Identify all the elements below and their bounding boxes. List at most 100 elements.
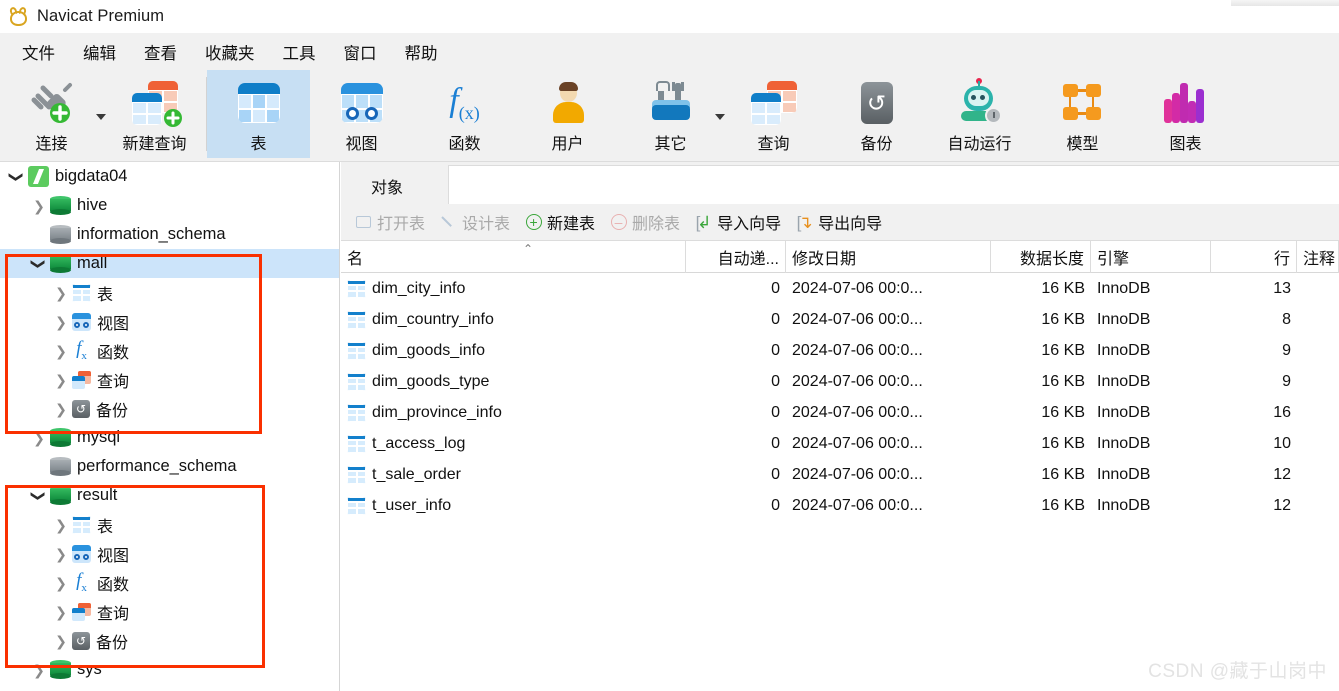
tree-node-information_schema[interactable]: information_schema	[0, 220, 339, 249]
ribbon-button-backup[interactable]: ↺ 备份	[825, 70, 928, 158]
objbar-button-open-table: 打开表	[347, 207, 432, 237]
objbar-button-import-wizard[interactable]: [↲ 导入向导	[687, 207, 788, 237]
cell-comment	[1297, 459, 1339, 490]
table-row[interactable]: t_sale_order 0 2024-07-06 00:0... 16 KB Inno…	[341, 459, 1339, 490]
tree-node-label: 表	[97, 518, 114, 536]
tree-node-folder[interactable]: ❯ 表	[0, 510, 339, 539]
view-icon	[72, 312, 91, 331]
chevron-right-icon[interactable]: ❯	[28, 431, 50, 445]
chevron-down-icon[interactable]: ❯	[28, 489, 50, 503]
tree-node-label: 视图	[97, 547, 130, 565]
chevron-right-icon[interactable]: ❯	[50, 344, 72, 358]
ribbon-button-other-tools[interactable]: 其它	[619, 70, 722, 158]
chevron-right-icon[interactable]: ❯	[50, 634, 72, 648]
grid-column-header[interactable]: 行	[1211, 241, 1297, 273]
grid-column-header[interactable]: 修改日期	[786, 241, 991, 273]
chevron-right-icon[interactable]: ❯	[50, 518, 72, 532]
chevron-right-icon[interactable]: ❯	[50, 547, 72, 561]
objbar-button-new-table-plus[interactable]: + 新建表	[517, 207, 602, 237]
cell-engine: InnoDB	[1097, 341, 1151, 359]
grid-column-header[interactable]: 自动递...	[686, 241, 786, 273]
chevron-right-icon[interactable]: ❯	[50, 286, 72, 300]
function-icon: f(x)	[449, 82, 480, 123]
tree-node-folder[interactable]: ❯ 视图	[0, 307, 339, 336]
cell-modified: 2024-07-06 00:0...	[792, 372, 923, 390]
table-row[interactable]: t_user_info 0 2024-07-06 00:0... 16 KB InnoD…	[341, 490, 1339, 521]
tree-node-folder[interactable]: ❯ 视图	[0, 539, 339, 568]
ribbon-button-label: 连接	[35, 136, 68, 153]
menu-edit[interactable]: 编辑	[69, 37, 130, 67]
ribbon-button-connection[interactable]: 连接	[0, 70, 103, 158]
ribbon-button-model[interactable]: 模型	[1031, 70, 1134, 158]
tree-node-folder[interactable]: ❯ 查询	[0, 597, 339, 626]
chevron-right-icon[interactable]: ❯	[50, 605, 72, 619]
cell-engine: InnoDB	[1097, 279, 1151, 297]
chevron-right-icon[interactable]: ❯	[50, 315, 72, 329]
tree-node-result[interactable]: ❯ result	[0, 481, 339, 510]
table-row[interactable]: t_access_log 0 2024-07-06 00:0... 16 KB Inno…	[341, 428, 1339, 459]
tree-node-sys[interactable]: ❯ sys	[0, 655, 339, 684]
ribbon-button-table[interactable]: 表	[207, 70, 310, 158]
table-icon	[347, 279, 366, 298]
cell-auto_increment: 0	[771, 434, 780, 452]
ribbon-button-view[interactable]: 视图	[310, 70, 413, 158]
menu-favorites[interactable]: 收藏夹	[191, 37, 269, 67]
menu-window[interactable]: 窗口	[330, 37, 391, 67]
menu-file[interactable]: 文件	[8, 37, 69, 67]
tree-node-label: 视图	[97, 315, 130, 333]
menu-tools[interactable]: 工具	[269, 37, 330, 67]
connection-tree-sidebar[interactable]: ❯ bigdata04 ❯ hive information_schema ❯ mall ❯ 表…	[0, 162, 340, 691]
grid-column-header[interactable]: 引擎	[1091, 241, 1211, 273]
cell-name: dim_country_info	[341, 304, 686, 335]
tree-node-folder[interactable]: ❯ ↺ 备份	[0, 394, 339, 423]
grid-column-header[interactable]: 名	[341, 241, 686, 273]
table-row[interactable]: dim_goods_type 0 2024-07-06 00:0... 16 KB In…	[341, 366, 1339, 397]
tree-node-bigdata04[interactable]: ❯ bigdata04	[0, 162, 339, 191]
tree-node-label: result	[77, 486, 118, 504]
grid-column-header[interactable]: 数据长度	[991, 241, 1091, 273]
objbar-button-export-wizard[interactable]: [↴ 导出向导	[788, 207, 889, 237]
tree-node-folder[interactable]: ❯ fx 函数	[0, 336, 339, 365]
new-query-icon	[130, 79, 182, 127]
tab-strip: 对象	[341, 162, 1339, 204]
tree-node-performance_schema[interactable]: performance_schema	[0, 452, 339, 481]
chevron-right-icon[interactable]: ❯	[28, 199, 50, 213]
chevron-right-icon[interactable]: ❯	[50, 402, 72, 416]
table-row[interactable]: dim_city_info 0 2024-07-06 00:0... 16 KB Inn…	[341, 273, 1339, 304]
chevron-down-icon[interactable]: ❯	[28, 257, 50, 271]
table-row[interactable]: dim_goods_info 0 2024-07-06 00:0... 16 KB In…	[341, 335, 1339, 366]
cell-comment	[1297, 304, 1339, 335]
ribbon-button-automation-robot[interactable]: 自动运行	[928, 70, 1031, 158]
ribbon-button-chart[interactable]: 图表	[1134, 70, 1237, 158]
ribbon-button-function[interactable]: f(x) 函数	[413, 70, 516, 158]
tree-node-mall[interactable]: ❯ mall	[0, 249, 339, 278]
table-list-grid[interactable]: 名自动递... 修改日期 数据长度 引擎行注释 ⌃ dim_city_info 0 2024…	[341, 241, 1339, 691]
ribbon-button-query[interactable]: 查询	[722, 70, 825, 158]
objbar-button-label: 设计表	[462, 216, 511, 233]
chevron-down-icon[interactable]: ❯	[6, 170, 28, 184]
cell-modified: 2024-07-06 00:0...	[792, 434, 923, 452]
ribbon-button-label: 图表	[1169, 136, 1202, 153]
tree-node-mysql[interactable]: ❯ mysql	[0, 423, 339, 452]
tree-node-hive[interactable]: ❯ hive	[0, 191, 339, 220]
table-row[interactable]: dim_country_info 0 2024-07-06 00:0... 16 KB…	[341, 304, 1339, 335]
chevron-right-icon[interactable]: ❯	[28, 663, 50, 677]
tree-node-folder[interactable]: ❯ fx 函数	[0, 568, 339, 597]
tree-node-folder[interactable]: ❯ ↺ 备份	[0, 626, 339, 655]
ribbon-button-user[interactable]: 用户	[516, 70, 619, 158]
menu-bar: 文件 编辑 查看 收藏夹 工具 窗口 帮助	[0, 33, 1339, 70]
tree-node-folder[interactable]: ❯ 表	[0, 278, 339, 307]
cell-data_length: 16 KB	[1041, 465, 1085, 483]
tab-object[interactable]: 对象	[347, 167, 427, 204]
chevron-right-icon[interactable]: ❯	[50, 576, 72, 590]
chevron-right-icon[interactable]: ❯	[50, 373, 72, 387]
table-row[interactable]: dim_province_info 0 2024-07-06 00:0... 16 K…	[341, 397, 1339, 428]
menu-view[interactable]: 查看	[130, 37, 191, 67]
database-green-icon	[50, 659, 71, 680]
tab-content-edge	[448, 165, 1339, 204]
ribbon-button-new-query[interactable]: 新建查询	[103, 70, 206, 158]
tree-node-folder[interactable]: ❯ 查询	[0, 365, 339, 394]
cell-modified: 2024-07-06 00:0...	[792, 341, 923, 359]
menu-help[interactable]: 帮助	[391, 37, 452, 67]
grid-column-header[interactable]: 注释	[1297, 241, 1339, 273]
